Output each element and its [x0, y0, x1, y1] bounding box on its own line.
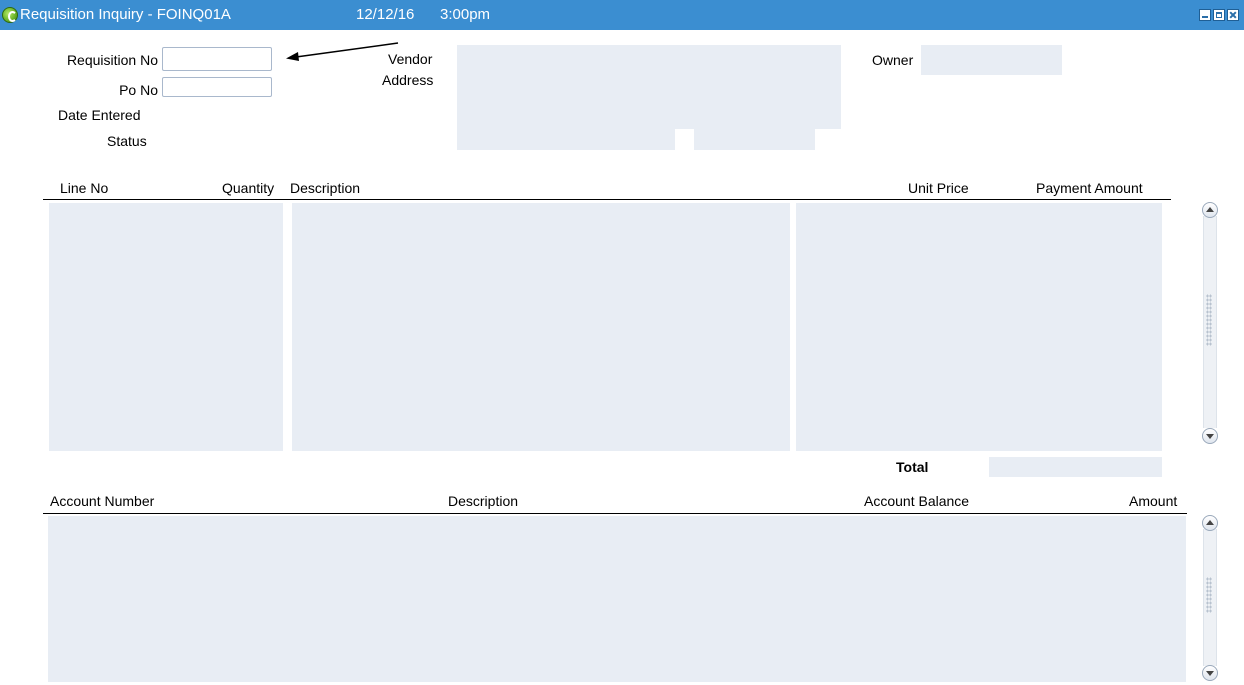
- accounts-scroll-grip-icon[interactable]: [1206, 577, 1212, 613]
- owner-label: Owner: [872, 52, 914, 68]
- po-no-input[interactable]: [162, 77, 272, 97]
- lines-scroll-down-icon[interactable]: [1202, 428, 1218, 444]
- total-field: [989, 457, 1162, 477]
- lines-header-divider: [43, 199, 1171, 200]
- col-account-balance: Account Balance: [864, 493, 970, 509]
- lines-scrollbar[interactable]: [1202, 202, 1218, 444]
- owner-field: [921, 45, 1062, 75]
- maximize-icon[interactable]: [1213, 9, 1225, 21]
- accounts-header-divider: [43, 513, 1187, 514]
- date-entered-label: Date Entered: [58, 107, 141, 123]
- app-icon: [2, 7, 18, 23]
- address-label: Address: [382, 72, 434, 88]
- title-bar: Requisition Inquiry - FOINQ01A 12/12/16 …: [0, 0, 1244, 30]
- close-icon[interactable]: [1227, 9, 1239, 21]
- requisition-no-input[interactable]: [162, 47, 272, 71]
- address-city-field: [457, 129, 675, 150]
- window-time: 3:00pm: [440, 6, 491, 23]
- lines-scroll-up-icon[interactable]: [1202, 202, 1218, 218]
- address-state-field: [694, 129, 815, 150]
- accounts-scrollbar[interactable]: [1202, 515, 1218, 681]
- col-amount: Amount: [1129, 493, 1178, 509]
- accounts-scroll-up-icon[interactable]: [1202, 515, 1218, 531]
- window-date: 12/12/16: [356, 6, 415, 23]
- accounts-scroll-down-icon[interactable]: [1202, 665, 1218, 681]
- window-title: Requisition Inquiry - FOINQ01A: [20, 6, 231, 23]
- accounts-grid: [48, 516, 1186, 682]
- col-payment-amount: Payment Amount: [1036, 180, 1143, 196]
- line-no-quantity-column: [49, 203, 283, 451]
- pointer-arrow-icon: [286, 42, 399, 61]
- vendor-address-field: [457, 45, 841, 129]
- lines-scroll-grip-icon[interactable]: [1206, 294, 1212, 346]
- minimize-icon[interactable]: [1199, 9, 1211, 21]
- po-no-label: Po No: [119, 82, 158, 98]
- line-price-amount-column: [796, 203, 1162, 451]
- col-line-no: Line No: [60, 180, 109, 196]
- requisition-no-label: Requisition No: [66, 52, 158, 68]
- col-account-description: Description: [448, 493, 519, 509]
- vendor-label: Vendor: [388, 51, 433, 67]
- line-description-column: [292, 203, 790, 451]
- col-description: Description: [290, 180, 361, 196]
- status-label: Status: [107, 133, 147, 149]
- col-unit-price: Unit Price: [908, 180, 969, 196]
- total-label: Total: [896, 459, 929, 475]
- col-account-number: Account Number: [50, 493, 155, 509]
- col-quantity: Quantity: [222, 180, 275, 196]
